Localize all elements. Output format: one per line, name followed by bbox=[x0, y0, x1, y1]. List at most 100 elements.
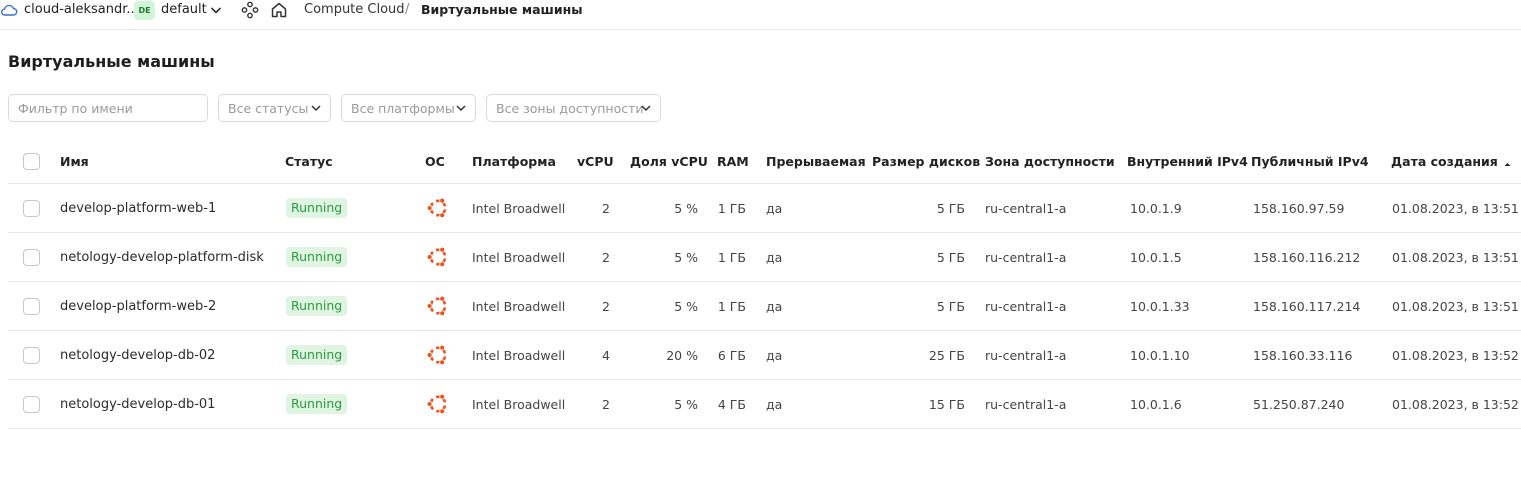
column-header-public-ip[interactable]: Публичный IPv4 bbox=[1251, 139, 1369, 183]
disk-size-cell: 5 ГБ bbox=[936, 298, 965, 314]
zone-filter-select[interactable]: Все зоны доступности bbox=[486, 94, 661, 122]
breadcrumb-compute-cloud[interactable]: Compute Cloud bbox=[304, 2, 405, 18]
table-row[interactable]: develop-platform-web-2 Running Intel Bro… bbox=[8, 282, 1521, 331]
disk-size-cell: 15 ГБ bbox=[928, 396, 965, 412]
ubuntu-icon bbox=[426, 196, 450, 220]
breadcrumb-current: Виртуальные машины bbox=[421, 2, 583, 17]
os-cell bbox=[426, 184, 450, 232]
page-title: Виртуальные машины bbox=[8, 52, 215, 71]
row-checkbox[interactable] bbox=[23, 395, 40, 413]
table-row[interactable]: develop-platform-web-1 Running Intel Bro… bbox=[8, 184, 1521, 233]
status-cell: Running bbox=[286, 184, 348, 232]
created-cell: 01.08.2023, в 13:52 bbox=[1392, 396, 1519, 412]
column-header-preemptible[interactable]: Прерываемая bbox=[766, 139, 866, 183]
status-badge: Running bbox=[286, 296, 348, 316]
chevron-down-icon bbox=[455, 102, 467, 114]
column-header-zone[interactable]: Зона доступности bbox=[985, 139, 1115, 183]
home-icon[interactable] bbox=[270, 1, 288, 19]
zone-cell: ru-central1-a bbox=[985, 249, 1067, 265]
os-cell bbox=[426, 233, 450, 281]
column-header-internal-ip[interactable]: Внутренний IPv4 bbox=[1127, 139, 1248, 183]
ram-cell: 4 ГБ bbox=[717, 396, 746, 412]
created-cell: 01.08.2023, в 13:51 bbox=[1392, 249, 1519, 265]
platform-filter-select[interactable]: Все платформы bbox=[341, 94, 476, 122]
vm-name[interactable]: netology-develop-db-02 bbox=[60, 331, 215, 379]
internal-ip-cell: 10.0.1.6 bbox=[1130, 396, 1182, 412]
table-row[interactable]: netology-develop-db-01 Running Intel Bro… bbox=[8, 380, 1521, 429]
table-row[interactable]: netology-develop-platform-disk Running I… bbox=[8, 233, 1521, 282]
internal-ip-cell: 10.0.1.10 bbox=[1130, 347, 1190, 363]
sort-up-icon bbox=[1503, 157, 1512, 166]
services-icon[interactable] bbox=[241, 1, 259, 19]
column-header-vcpu[interactable]: vCPU bbox=[577, 139, 614, 183]
created-cell: 01.08.2023, в 13:51 bbox=[1392, 298, 1519, 314]
chevron-down-icon[interactable] bbox=[209, 3, 223, 17]
ram-cell: 1 ГБ bbox=[717, 298, 746, 314]
chevron-down-icon bbox=[640, 102, 652, 114]
public-ip-cell: 158.160.116.212 bbox=[1253, 249, 1361, 265]
row-select-cell bbox=[23, 380, 40, 428]
public-ip-cell: 51.250.87.240 bbox=[1253, 396, 1345, 412]
vm-name[interactable]: netology-develop-platform-disk bbox=[60, 233, 264, 281]
folder-selector[interactable]: default bbox=[161, 2, 207, 18]
column-header-platform[interactable]: Платформа bbox=[472, 139, 556, 183]
status-badge: Running bbox=[286, 394, 348, 414]
zone-cell: ru-central1-a bbox=[985, 298, 1067, 314]
column-header-os[interactable]: ОС bbox=[425, 139, 445, 183]
ubuntu-icon bbox=[426, 343, 450, 367]
select-all-checkbox[interactable] bbox=[23, 152, 40, 170]
status-badge: Running bbox=[286, 345, 348, 365]
row-select-cell bbox=[23, 331, 40, 379]
preemptible-cell: да bbox=[766, 396, 783, 412]
chevron-down-icon bbox=[310, 102, 322, 114]
status-badge: Running bbox=[286, 198, 348, 218]
table-row[interactable]: netology-develop-db-02 Running Intel Bro… bbox=[8, 331, 1521, 380]
vcpu-cell: 2 bbox=[602, 298, 610, 314]
status-badge: Running bbox=[286, 247, 348, 267]
platform-cell: Intel Broadwell bbox=[472, 396, 566, 412]
folder-badge: DE bbox=[134, 1, 155, 20]
preemptible-cell: да bbox=[766, 249, 783, 265]
status-filter-value: Все статусы bbox=[228, 100, 309, 116]
platform-cell: Intel Broadwell bbox=[472, 298, 566, 314]
ubuntu-icon bbox=[426, 294, 450, 318]
column-header-vcpu-share[interactable]: Доля vCPU bbox=[630, 139, 708, 183]
column-header-created[interactable]: Дата создания bbox=[1391, 139, 1512, 183]
preemptible-cell: да bbox=[766, 347, 783, 363]
row-checkbox[interactable] bbox=[23, 346, 40, 364]
vcpu-cell: 2 bbox=[602, 396, 610, 412]
cloud-selector[interactable]: cloud-aleksandr... bbox=[24, 2, 139, 18]
public-ip-cell: 158.160.97.59 bbox=[1253, 200, 1345, 216]
vm-name[interactable]: netology-develop-db-01 bbox=[60, 380, 215, 428]
column-header-name[interactable]: Имя bbox=[60, 139, 89, 183]
name-filter-placeholder: Фильтр по имени bbox=[18, 100, 133, 116]
row-checkbox[interactable] bbox=[23, 297, 40, 315]
vcpu-share-cell: 5 % bbox=[674, 396, 698, 412]
platform-cell: Intel Broadwell bbox=[472, 200, 566, 216]
zone-cell: ru-central1-a bbox=[985, 200, 1067, 216]
row-select-cell bbox=[23, 282, 40, 330]
vcpu-share-cell: 20 % bbox=[666, 347, 698, 363]
os-cell bbox=[426, 282, 450, 330]
vcpu-cell: 2 bbox=[602, 200, 610, 216]
zone-filter-value: Все зоны доступности bbox=[496, 100, 644, 116]
column-header-disk-size[interactable]: Размер дисков bbox=[872, 139, 980, 183]
zone-cell: ru-central1-a bbox=[985, 396, 1067, 412]
status-cell: Running bbox=[286, 331, 348, 379]
row-checkbox[interactable] bbox=[23, 248, 40, 266]
ubuntu-icon bbox=[426, 392, 450, 416]
row-checkbox[interactable] bbox=[23, 199, 40, 217]
public-ip-cell: 158.160.117.214 bbox=[1253, 298, 1361, 314]
column-header-status[interactable]: Статус bbox=[285, 139, 333, 183]
vm-name[interactable]: develop-platform-web-2 bbox=[60, 282, 216, 330]
status-filter-select[interactable]: Все статусы bbox=[218, 94, 331, 122]
breadcrumb-separator: / bbox=[405, 2, 410, 17]
vm-name[interactable]: develop-platform-web-1 bbox=[60, 184, 216, 232]
internal-ip-cell: 10.0.1.33 bbox=[1130, 298, 1190, 314]
name-filter-input[interactable]: Фильтр по имени bbox=[8, 94, 208, 122]
status-cell: Running bbox=[286, 233, 348, 281]
cloud-icon bbox=[0, 2, 18, 18]
table-body: develop-platform-web-1 Running Intel Bro… bbox=[8, 184, 1521, 429]
column-header-ram[interactable]: RAM bbox=[717, 139, 749, 183]
vcpu-share-cell: 5 % bbox=[674, 200, 698, 216]
